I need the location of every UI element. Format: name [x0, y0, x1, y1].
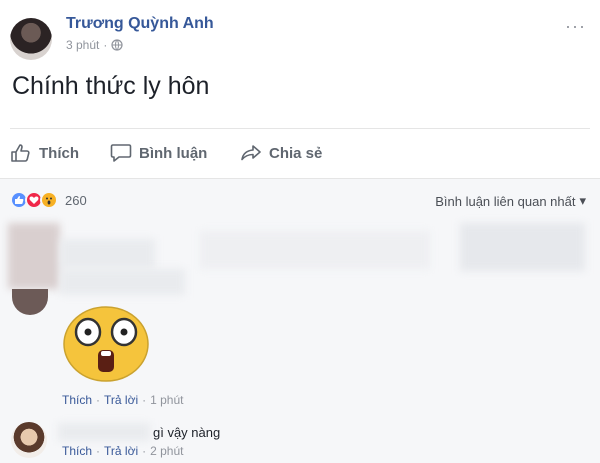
blurred-comment-area — [60, 239, 155, 269]
chevron-down-icon: ▾ — [579, 193, 586, 208]
comment-like-link[interactable]: Thích — [62, 444, 92, 458]
comment-bubble-icon — [110, 144, 132, 162]
meta-dot: · — [103, 38, 108, 52]
separator-dot: · — [96, 393, 101, 407]
comment-reply-link[interactable]: Trả lời — [104, 393, 138, 407]
share-label: Chia sẻ — [269, 144, 323, 162]
comment-2-actions: Thích · Trả lời · 2 phút — [62, 444, 183, 458]
blurred-comment-area — [200, 231, 430, 269]
post-time[interactable]: 3 phút — [66, 38, 99, 52]
comment-sort-dropdown[interactable]: Bình luận liên quan nhất ▾ — [435, 193, 586, 209]
reaction-summary[interactable]: 260 — [10, 191, 87, 209]
comment-time[interactable]: 2 phút — [150, 444, 183, 458]
author-avatar[interactable] — [10, 18, 52, 60]
blurred-commenter-name — [58, 423, 150, 441]
share-arrow-icon — [241, 145, 261, 161]
wow-reaction-icon — [40, 191, 58, 209]
separator-dot: · — [96, 444, 101, 458]
comment-label: Bình luận — [139, 144, 208, 162]
post-header: Trương Quỳnh Anh 3 phút · ··· — [10, 10, 590, 60]
blurred-comment-area — [8, 223, 60, 289]
share-button[interactable]: Chia sẻ — [240, 138, 360, 168]
comment-1-actions: Thích · Trả lời · 1 phút — [62, 393, 183, 407]
commenter-avatar[interactable] — [11, 422, 47, 458]
reaction-count: 260 — [65, 192, 87, 208]
comment-button[interactable]: Bình luận — [110, 138, 240, 168]
separator-dot: · — [142, 393, 147, 407]
blurred-comment-area — [60, 269, 185, 295]
author-name[interactable]: Trương Quỳnh Anh — [66, 15, 214, 33]
post-actions: Thích Bình luận Chia sẻ — [10, 138, 360, 168]
comment-time[interactable]: 1 phút — [150, 393, 183, 407]
post-meta: 3 phút · — [66, 38, 123, 52]
like-label: Thích — [39, 144, 79, 162]
globe-icon — [111, 39, 123, 51]
thumbs-up-icon — [11, 144, 30, 162]
sort-label: Bình luận liên quan nhất — [435, 193, 576, 209]
comment-like-link[interactable]: Thích — [62, 393, 92, 407]
comment-reply-link[interactable]: Trả lời — [104, 444, 138, 458]
like-button[interactable]: Thích — [10, 138, 110, 168]
more-options-icon[interactable]: ··· — [565, 16, 586, 37]
shocked-face-sticker — [63, 306, 149, 382]
post-text: Chính thức ly hôn — [12, 72, 210, 100]
commenter-avatar[interactable] — [12, 289, 48, 315]
divider — [10, 128, 590, 129]
separator-dot: · — [142, 444, 147, 458]
comment-2-text: gì vậy nàng — [153, 425, 221, 440]
blurred-comment-area — [460, 223, 585, 271]
comments-panel: 260 Bình luận liên quan nhất ▾ Thích · T… — [0, 178, 600, 463]
